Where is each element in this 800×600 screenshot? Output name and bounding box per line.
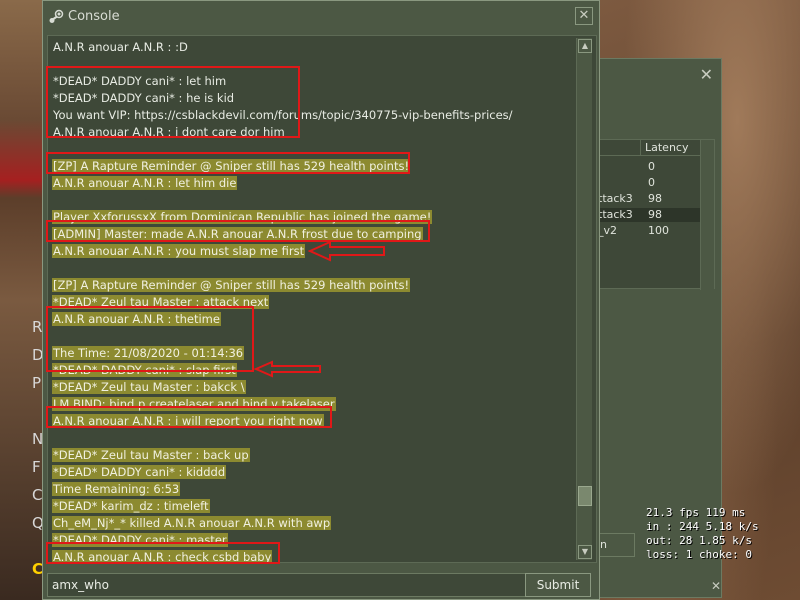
scoreboard-close-icon[interactable]: ✕ [711, 579, 721, 593]
steam-icon [49, 9, 64, 23]
command-input[interactable] [47, 573, 549, 597]
log-line-text: Ch_eM_Nj*_* killed A.N.R anouar A.N.R wi… [52, 516, 332, 530]
scroll-up-icon[interactable]: ▲ [578, 39, 592, 53]
submit-button[interactable]: Submit [525, 573, 591, 597]
annotation-box [46, 220, 430, 242]
log-line: A.N.R anouar A.N.R : let him die [52, 175, 572, 192]
annotation-box [46, 152, 410, 174]
menu-letter: F [32, 458, 41, 476]
scroll-down-icon[interactable]: ▼ [578, 545, 592, 559]
log-line-text [52, 261, 54, 275]
log-line [52, 430, 572, 447]
log-line-text: *DEAD* karim_dz : timeleft [52, 499, 210, 513]
table-row[interactable]: ttack3 98 [598, 192, 702, 206]
scoreboard-scrollbar[interactable] [700, 140, 714, 290]
annotation-arrow [308, 240, 385, 262]
scoreboard-header-latency[interactable]: Latency [640, 140, 700, 156]
menu-letter: R [32, 318, 43, 336]
table-row[interactable]: 0 [598, 160, 702, 174]
scoreboard-button[interactable]: n [597, 533, 635, 557]
scoreboard-close-icon[interactable]: ✕ [700, 65, 713, 84]
console-scrollbar[interactable]: ▲ ▼ [576, 38, 592, 560]
menu-letter: P [32, 374, 42, 392]
game-wall-left [0, 0, 45, 600]
log-line: A.N.R anouar A.N.R : :D [52, 39, 572, 56]
log-line-text: *DEAD* DADDY cani* : kidddd [52, 465, 227, 479]
scoreboard-table: Latency 0 0 ttack3 98 ttack3 98 _v2 100 [597, 139, 715, 290]
menu-letter: C [32, 486, 43, 504]
annotation-box [46, 406, 332, 428]
table-row[interactable]: _v2 100 [598, 224, 702, 238]
log-line-text: *DEAD* Zeul tau Master : bakck \ [52, 380, 246, 394]
console-titlebar[interactable]: Console ✕ [43, 1, 599, 33]
annotation-arrow [254, 360, 321, 378]
console-title: Console [68, 9, 120, 24]
log-line [52, 192, 572, 209]
log-line-text: A.N.R anouar A.N.R : let him die [52, 176, 238, 190]
table-row[interactable]: 0 [598, 176, 702, 190]
annotation-box [46, 66, 300, 138]
log-line: *DEAD* karim_dz : timeleft [52, 498, 572, 515]
log-line [52, 260, 572, 277]
log-line: Ch_eM_Nj*_* killed A.N.R anouar A.N.R wi… [52, 515, 572, 532]
close-icon[interactable]: ✕ [575, 7, 593, 25]
net-stats-overlay: 21.3 fps 119 ms in : 244 5.18 k/s out: 2… [646, 506, 800, 562]
log-line: *DEAD* Zeul tau Master : bakck \ [52, 379, 572, 396]
log-line-text: A.N.R anouar A.N.R : you must slap me fi… [52, 244, 306, 258]
fps-readout: 21.3 fps 119 ms [646, 506, 746, 519]
out-readout: out: 28 1.85 k/s [646, 534, 752, 547]
annotation-box [46, 542, 280, 564]
log-line-text: *DEAD* Zeul tau Master : back up [52, 448, 250, 462]
loss-readout: loss: 1 choke: 0 [646, 548, 752, 561]
log-line-text: A.N.R anouar A.N.R : :D [53, 40, 188, 54]
log-line: *DEAD* Zeul tau Master : back up [52, 447, 572, 464]
in-readout: in : 244 5.18 k/s [646, 520, 759, 533]
log-line-text [52, 431, 54, 445]
log-line: [ZP] A Rapture Reminder @ Sniper still h… [52, 277, 572, 294]
log-line-text [52, 193, 54, 207]
annotation-box [46, 306, 254, 372]
table-row[interactable]: ttack3 98 [598, 208, 702, 222]
scroll-thumb[interactable] [578, 486, 592, 506]
log-line-text: [ZP] A Rapture Reminder @ Sniper still h… [52, 278, 411, 292]
scoreboard-header-name [598, 140, 640, 156]
log-line-text: Time Remaining: 6:53 [52, 482, 181, 496]
log-line: *DEAD* DADDY cani* : kidddd [52, 464, 572, 481]
log-line: Time Remaining: 6:53 [52, 481, 572, 498]
